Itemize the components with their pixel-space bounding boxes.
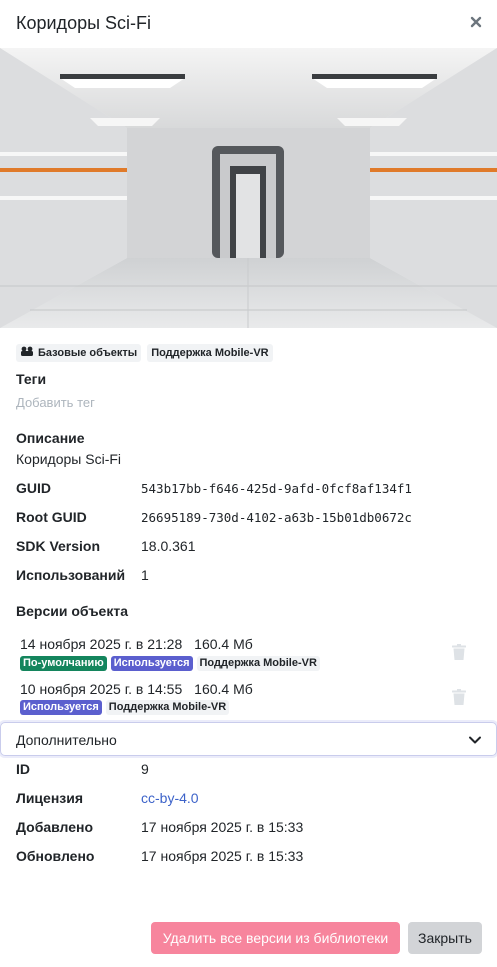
root-guid-value: 26695189-730d-4102-a63b-15b01db0672c: [141, 510, 412, 525]
description-value: Коридоры Sci-Fi: [16, 451, 122, 467]
close-icon[interactable]: [467, 13, 485, 31]
modal-header: Коридоры Sci-Fi: [0, 0, 497, 48]
guid-label: GUID: [16, 480, 51, 496]
sdk-version-value: 18.0.361: [141, 538, 196, 554]
added-value: 17 ноября 2025 г. в 15:33: [141, 819, 304, 835]
id-label: ID: [16, 761, 30, 777]
trash-icon[interactable]: [452, 644, 466, 660]
version-item[interactable]: 14 ноября 2025 г. в 21:28 160.4 Мб: [20, 636, 253, 652]
version-badges: Используется Поддержка Mobile-VR: [20, 700, 230, 715]
advanced-label: Дополнительно: [16, 732, 117, 748]
sdk-version-label: SDK Version: [16, 538, 101, 554]
category-chips: Базовые объекты Поддержка Mobile-VR: [16, 344, 273, 362]
description-label: Описание: [16, 430, 85, 446]
versions-label: Версии объекта: [16, 603, 128, 619]
chevron-down-icon: [468, 733, 482, 747]
version-badges: По-умолчанию Используется Поддержка Mobi…: [20, 656, 320, 671]
tags-label: Теги: [16, 371, 47, 387]
added-label: Добавлено: [16, 819, 94, 835]
trash-icon[interactable]: [452, 689, 466, 705]
category-chip: Поддержка Mobile-VR: [147, 344, 273, 362]
used-badge: Используется: [110, 656, 193, 671]
category-chip: Базовые объекты: [16, 344, 142, 362]
version-size: 160.4 Мб: [194, 636, 253, 652]
objects-icon: [20, 346, 34, 360]
modal-title: Коридоры Sci-Fi: [16, 13, 152, 33]
platform-badge: Поддержка Mobile-VR: [196, 656, 320, 671]
guid-value: 543b17bb-f646-425d-9afd-0fcf8af134f1: [141, 481, 412, 496]
used-badge: Используется: [20, 700, 102, 715]
add-tag-link[interactable]: Добавить тег: [16, 395, 95, 410]
license-label: Лицензия: [16, 790, 84, 806]
updated-value: 17 ноября 2025 г. в 15:33: [141, 848, 304, 864]
id-value: 9: [141, 761, 149, 777]
close-button[interactable]: Закрыть: [408, 922, 482, 954]
license-link[interactable]: cc-by-4.0: [141, 790, 199, 806]
preview-image: [0, 48, 497, 328]
root-guid-label: Root GUID: [16, 509, 87, 525]
platform-badge: Поддержка Mobile-VR: [105, 700, 230, 715]
default-badge: По-умолчанию: [20, 656, 107, 671]
advanced-accordion[interactable]: Дополнительно: [0, 722, 497, 756]
delete-all-versions-button[interactable]: Удалить все версии из библиотеки: [151, 922, 400, 954]
version-date: 10 ноября 2025 г. в 14:55: [20, 681, 183, 697]
uses-label: Использований: [16, 567, 126, 583]
version-item[interactable]: 10 ноября 2025 г. в 14:55 160.4 Мб: [20, 681, 253, 697]
uses-value: 1: [141, 567, 149, 583]
updated-label: Обновлено: [16, 848, 95, 864]
version-date: 14 ноября 2025 г. в 21:28: [20, 636, 183, 652]
version-size: 160.4 Мб: [194, 681, 253, 697]
